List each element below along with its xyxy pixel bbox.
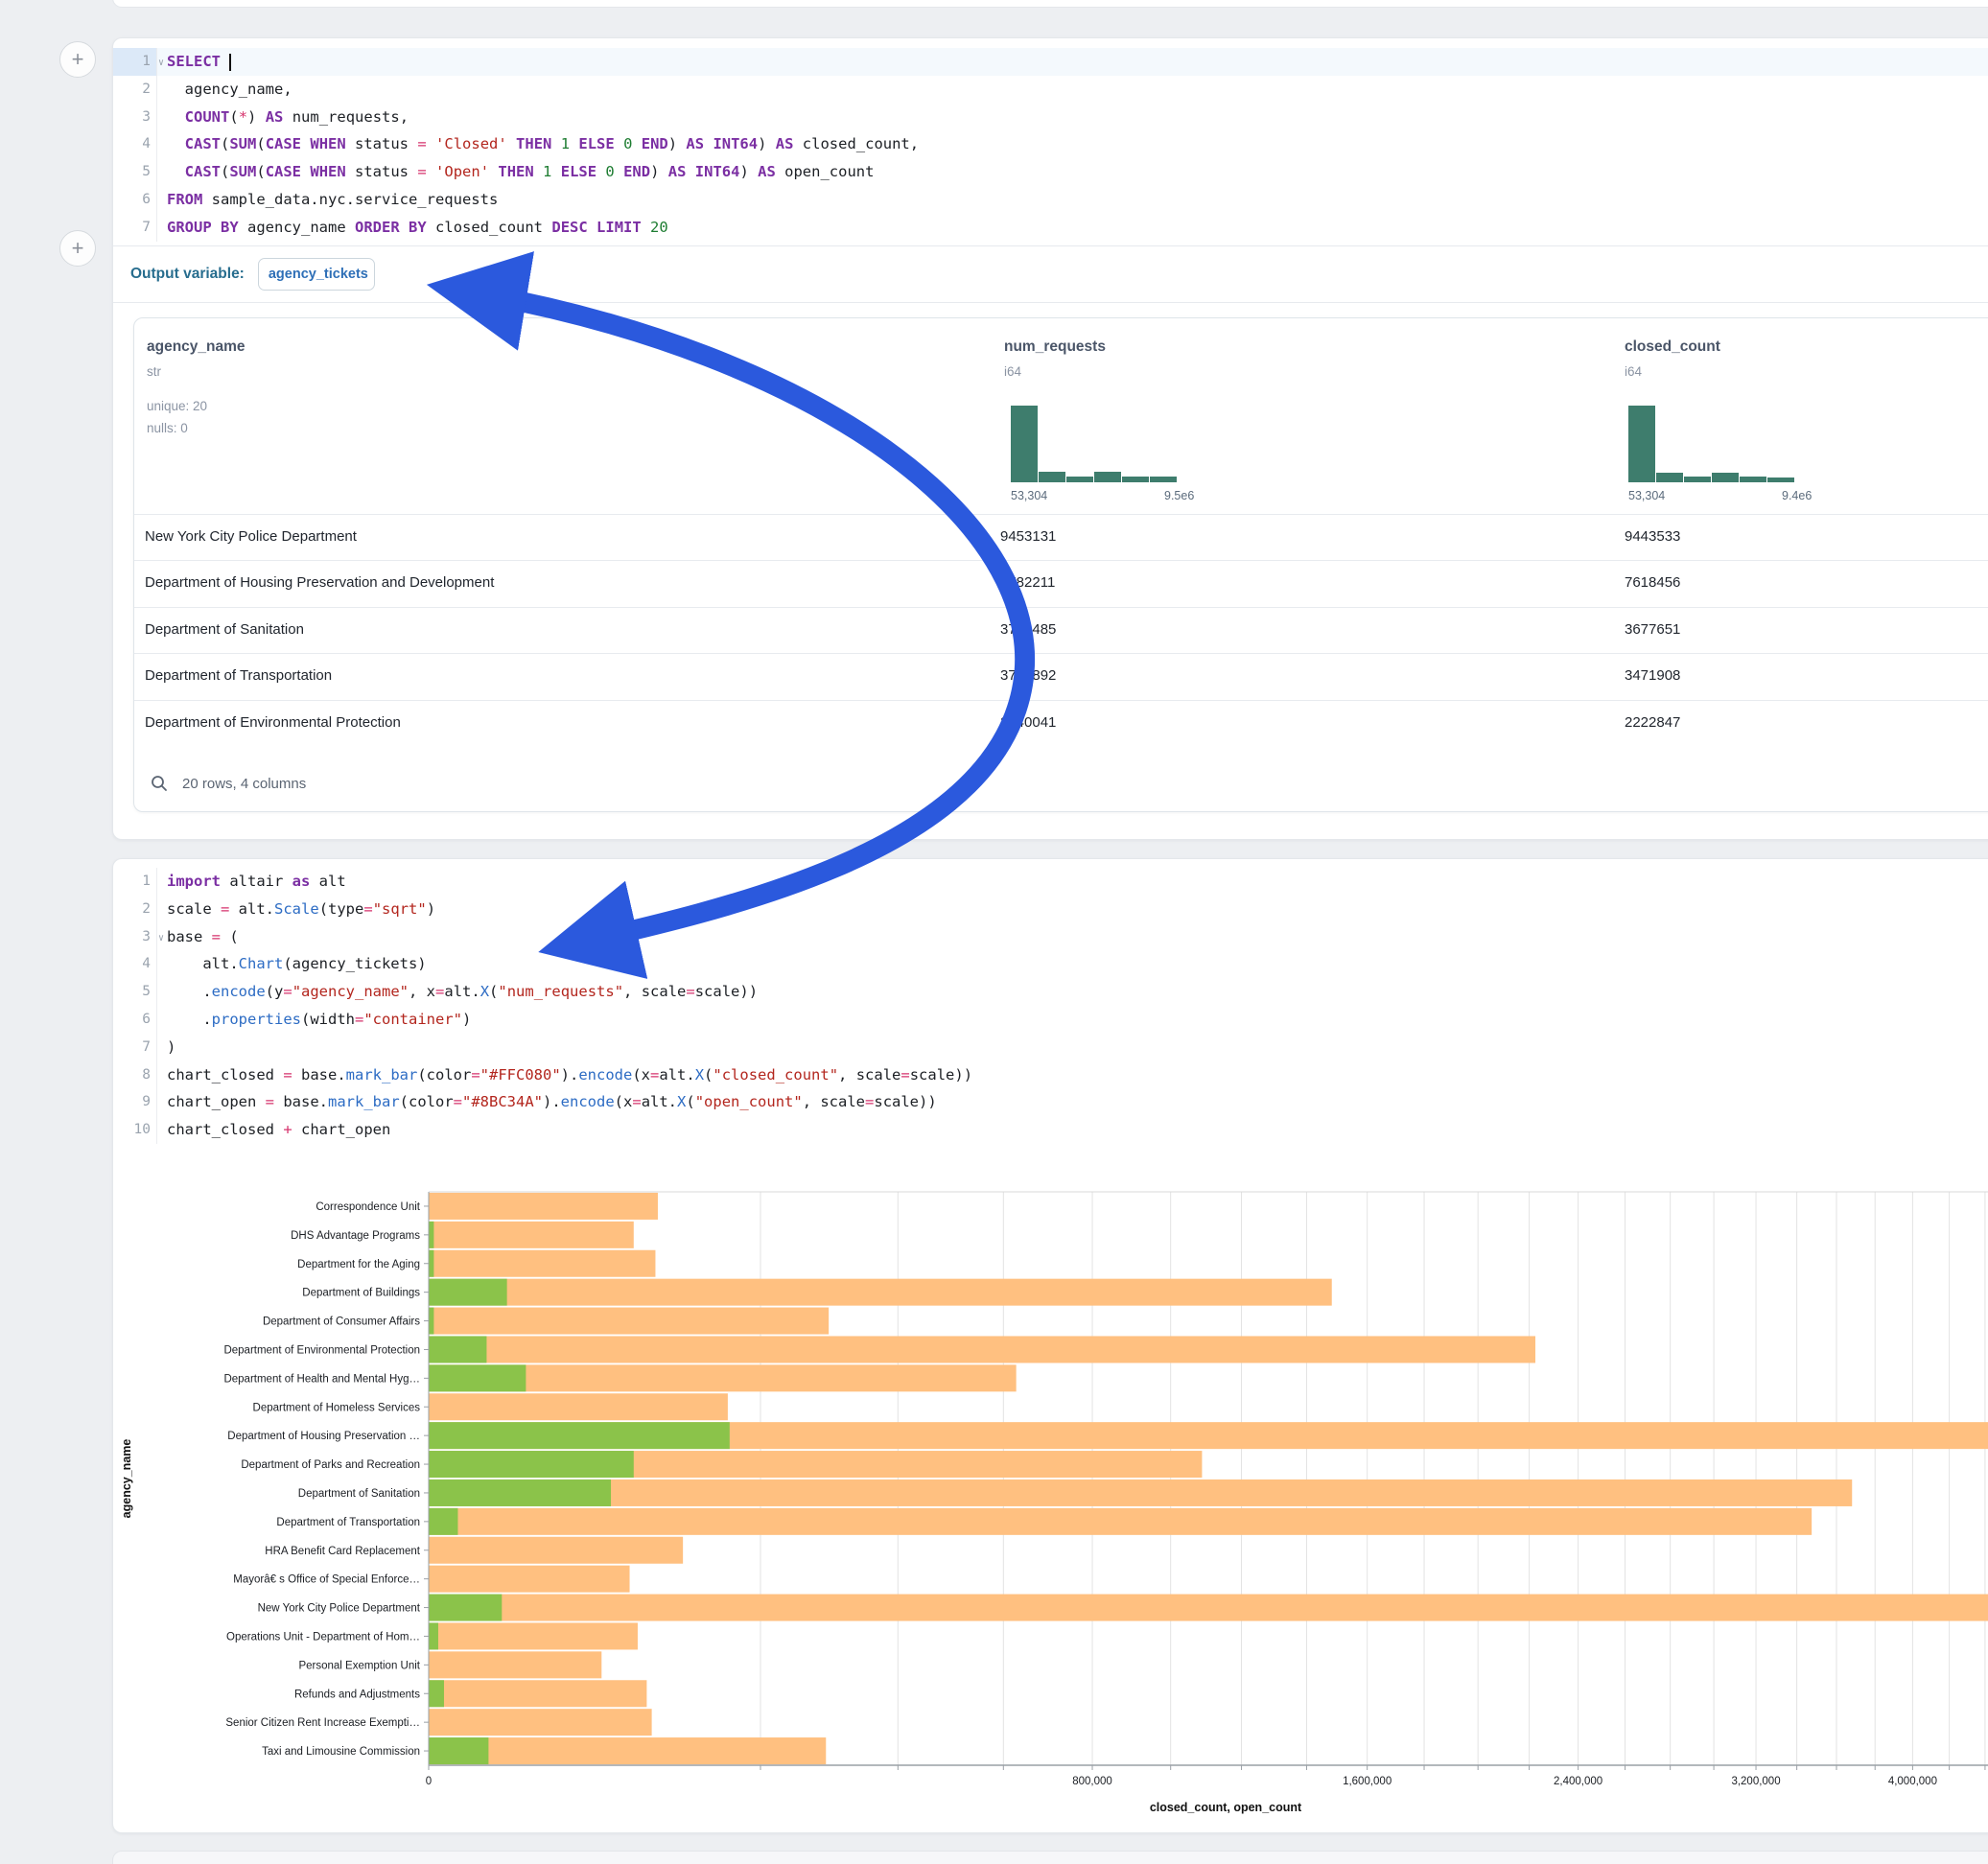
code-line[interactable]: 3 COUNT(*) AS num_requests,	[113, 104, 1988, 131]
code-line[interactable]: 2scale = alt.Scale(type="sqrt")	[113, 896, 1988, 923]
svg-text:Taxi and Limousine Commission: Taxi and Limousine Commission	[262, 1746, 420, 1758]
svg-text:HRA Benefit Card Replacement: HRA Benefit Card Replacement	[265, 1546, 421, 1557]
svg-text:Department of Consumer Affairs: Department of Consumer Affairs	[263, 1316, 420, 1328]
altair-bar-chart: Correspondence Unit DHS Advantage Program…	[113, 1180, 1988, 1825]
table-footer: 20 rows, 4 columns	[134, 769, 306, 798]
add-cell-button-top[interactable]: +	[59, 41, 96, 78]
python-cell-card: 1import altair as alt2scale = alt.Scale(…	[112, 858, 1988, 1833]
code-line[interactable]: 3∨base = (	[113, 923, 1988, 951]
svg-text:Department of Sanitation: Department of Sanitation	[298, 1488, 420, 1500]
add-cell-button-mid[interactable]: +	[59, 230, 96, 267]
sql-cell-card: 1∨SELECT2 agency_name,3 COUNT(*) AS num_…	[112, 37, 1988, 840]
code-line[interactable]: 6 .properties(width="container")	[113, 1006, 1988, 1034]
table-row[interactable]: Department of Environmental Protection22…	[134, 700, 1988, 746]
svg-text:Correspondence Unit: Correspondence Unit	[316, 1201, 420, 1213]
table-row[interactable]: Department of Transportation377489234719…	[134, 653, 1988, 699]
svg-text:Senior Citizen Rent Increase E: Senior Citizen Rent Increase Exempti…	[225, 1717, 420, 1729]
code-line[interactable]: 10chart_closed + chart_open	[113, 1116, 1988, 1144]
svg-text:Department of Transportation: Department of Transportation	[276, 1517, 420, 1528]
svg-text:800,000: 800,000	[1072, 1776, 1112, 1787]
code-line[interactable]: 5 CAST(SUM(CASE WHEN status = 'Open' THE…	[113, 158, 1988, 186]
code-line[interactable]: 9chart_open = base.mark_bar(color="#8BC3…	[113, 1088, 1988, 1116]
num-requests-histogram	[1011, 406, 1177, 482]
search-icon[interactable]	[150, 774, 169, 793]
svg-text:closed_count, open_count: closed_count, open_count	[1150, 1801, 1302, 1814]
table-row[interactable]: Department of Housing Preservation and D…	[134, 560, 1988, 606]
svg-text:Department of Health and Menta: Department of Health and Mental Hyg…	[223, 1373, 420, 1385]
svg-text:Mayorâ€ s Office of Special En: Mayorâ€ s Office of Special Enforce…	[233, 1574, 420, 1586]
svg-text:Refunds and Adjustments: Refunds and Adjustments	[294, 1689, 420, 1700]
next-cell-edge	[112, 1851, 1988, 1864]
code-line[interactable]: 7GROUP BY agency_name ORDER BY closed_co…	[113, 214, 1988, 242]
python-code-editor[interactable]: 1import altair as alt2scale = alt.Scale(…	[113, 859, 1988, 1144]
svg-text:Department of Housing Preserva: Department of Housing Preservation …	[227, 1431, 420, 1442]
table-row[interactable]: New York City Police Department945313194…	[134, 514, 1988, 560]
svg-text:agency_name: agency_name	[120, 1439, 133, 1519]
table-row-count: 20 rows, 4 columns	[182, 776, 306, 792]
svg-text:1,600,000: 1,600,000	[1343, 1776, 1392, 1787]
output-variable-label: Output variable:	[130, 266, 245, 283]
output-variable-row: Output variable: agency_tickets	[113, 245, 1988, 303]
svg-text:Department for the Aging: Department for the Aging	[297, 1259, 420, 1270]
svg-text:Department of Environmental Pr: Department of Environmental Protection	[223, 1344, 420, 1356]
svg-text:Operations Unit - Department o: Operations Unit - Department of Hom…	[226, 1631, 420, 1643]
code-line[interactable]: 6FROM sample_data.nyc.service_requests	[113, 186, 1988, 214]
svg-text:Department of Parks and Recrea: Department of Parks and Recreation	[241, 1459, 420, 1471]
svg-text:0: 0	[426, 1776, 432, 1787]
notebook-page: { "colors": { "accent_arrow": "#2b59dd",…	[0, 0, 1988, 1864]
svg-text:3,200,000: 3,200,000	[1731, 1776, 1780, 1787]
svg-text:Personal Exemption Unit: Personal Exemption Unit	[298, 1660, 420, 1671]
svg-text:4,000,000: 4,000,000	[1888, 1776, 1937, 1787]
code-line[interactable]: 2 agency_name,	[113, 76, 1988, 104]
svg-text:New York City Police Departmen: New York City Police Department	[258, 1603, 421, 1615]
svg-text:Department of Homeless Service: Department of Homeless Services	[253, 1402, 421, 1413]
svg-text:Department of Buildings: Department of Buildings	[302, 1288, 420, 1299]
previous-cell-edge	[112, 0, 1988, 8]
results-table-card: agency_name str unique: 20 nulls: 0 num_…	[133, 317, 1988, 812]
code-line[interactable]: 7)	[113, 1034, 1988, 1061]
output-variable-pill[interactable]: agency_tickets	[258, 258, 375, 291]
svg-text:DHS Advantage Programs: DHS Advantage Programs	[291, 1230, 420, 1242]
svg-text:2,400,000: 2,400,000	[1554, 1776, 1602, 1787]
code-line[interactable]: 5 .encode(y="agency_name", x=alt.X("num_…	[113, 978, 1988, 1006]
closed-count-histogram	[1628, 406, 1794, 482]
code-line[interactable]: 4 CAST(SUM(CASE WHEN status = 'Closed' T…	[113, 130, 1988, 158]
code-line[interactable]: 4 alt.Chart(agency_tickets)	[113, 950, 1988, 978]
code-line[interactable]: 8chart_closed = base.mark_bar(color="#FF…	[113, 1061, 1988, 1089]
sql-code-editor[interactable]: 1∨SELECT2 agency_name,3 COUNT(*) AS num_…	[113, 38, 1988, 242]
code-line[interactable]: 1∨SELECT	[113, 48, 1988, 76]
code-line[interactable]: 1import altair as alt	[113, 868, 1988, 896]
table-row[interactable]: Department of Sanitation37494853677651	[134, 607, 1988, 653]
